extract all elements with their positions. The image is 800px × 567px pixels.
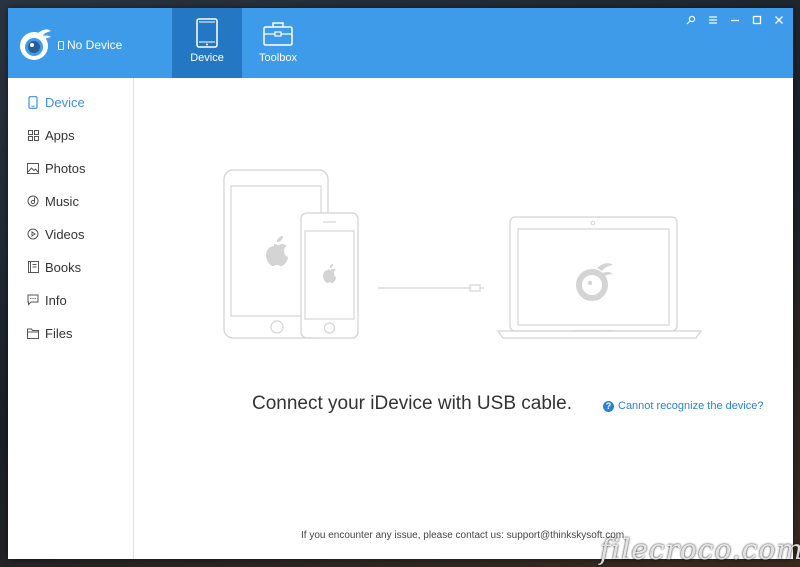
sidebar-item-videos[interactable]: Videos — [26, 224, 85, 244]
sidebar-item-label: Device — [45, 94, 85, 110]
device-status-text: No Device — [67, 38, 123, 52]
tab-toolbox-label: Toolbox — [259, 52, 297, 64]
cannot-recognize-link[interactable]: ? Cannot recognize the device? — [603, 400, 764, 412]
app-window: No Device Device Toolbox Device Apps Pho… — [8, 8, 793, 559]
sidebar-item-device[interactable]: Device — [26, 92, 85, 112]
sidebar-item-books[interactable]: Books — [26, 257, 81, 277]
tab-toolbox[interactable]: Toolbox — [243, 8, 313, 78]
device-status: No Device — [58, 38, 122, 52]
pin-icon[interactable] — [683, 12, 699, 28]
connect-illustration — [223, 169, 703, 339]
main-content: Connect your iDevice with USB cable. ? C… — [134, 78, 793, 559]
sidebar-item-label: Photos — [45, 160, 86, 176]
menu-icon[interactable] — [705, 12, 721, 28]
sidebar-item-label: Apps — [45, 127, 75, 143]
help-link-text: Cannot recognize the device? — [618, 400, 764, 412]
sidebar-item-label: Music — [45, 193, 79, 209]
photo-icon — [26, 161, 40, 175]
folder-icon — [26, 326, 40, 340]
minimize-icon[interactable] — [727, 12, 743, 28]
sidebar-item-info[interactable]: Info — [26, 290, 67, 310]
sidebar-item-label: Books — [45, 259, 82, 275]
window-controls — [683, 12, 787, 28]
title-bar: No Device Device Toolbox — [8, 8, 793, 78]
support-footer: If you encounter any issue, please conta… — [301, 530, 625, 541]
phone-icon — [58, 40, 64, 50]
usb-cable-illustration — [378, 284, 484, 292]
app-logo — [20, 29, 51, 60]
sidebar-item-label: Info — [45, 292, 67, 308]
sidebar-item-label: Videos — [45, 226, 85, 242]
sidebar-item-photos[interactable]: Photos — [26, 158, 85, 178]
sidebar-item-music[interactable]: Music — [26, 191, 79, 211]
watermark: filecroco.com — [600, 533, 800, 566]
sidebar-item-label: Files — [45, 325, 73, 341]
sidebar-item-files[interactable]: Files — [26, 323, 72, 343]
tab-device[interactable]: Device — [172, 8, 242, 78]
tab-device-label: Device — [190, 52, 224, 64]
music-icon — [26, 194, 40, 208]
play-icon — [26, 227, 40, 241]
book-icon — [26, 260, 40, 274]
sidebar-item-apps[interactable]: Apps — [26, 125, 75, 145]
phone-illustration — [300, 212, 359, 339]
phone-icon — [26, 95, 40, 109]
apps-grid-icon — [26, 128, 40, 142]
connect-message: Connect your iDevice with USB cable. — [252, 393, 572, 414]
close-icon[interactable] — [771, 12, 787, 28]
question-icon: ? — [603, 400, 614, 412]
chat-icon — [26, 293, 40, 307]
maximize-icon[interactable] — [749, 12, 765, 28]
toolbox-icon — [263, 22, 293, 46]
laptop-illustration — [496, 216, 703, 339]
tablet-icon — [196, 18, 218, 48]
sidebar: Device Apps Photos Music Videos Books In… — [8, 78, 134, 559]
